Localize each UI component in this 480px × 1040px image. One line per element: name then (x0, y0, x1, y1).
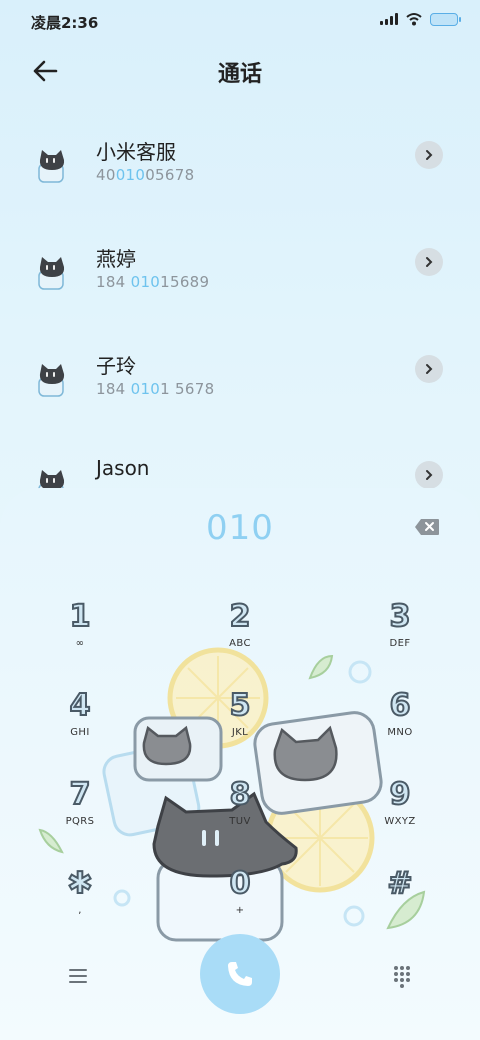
contact-name: 燕婷 (96, 247, 136, 271)
chevron-right-icon (426, 364, 433, 374)
key-1[interactable]: 1 ∞ (30, 599, 130, 670)
key-5[interactable]: 5 JKL (190, 688, 290, 759)
contact-number: 184 01015689 (96, 273, 210, 291)
contact-details-button[interactable] (415, 141, 443, 169)
cat-avatar-icon (38, 257, 65, 290)
contact-item-2[interactable]: 燕婷 184 01015689 (0, 243, 480, 323)
contact-details-button[interactable] (415, 461, 443, 489)
contact-number: 184 0101 5678 (96, 380, 215, 398)
backspace-icon[interactable] (414, 518, 440, 536)
contact-item-1[interactable]: 小米客服 4001005678 (0, 136, 480, 216)
status-time: 凌晨2:36 (31, 14, 99, 32)
status-bar: 凌晨2:36 (0, 0, 480, 44)
dialed-number: 010 (206, 508, 274, 548)
contact-name: Jason (96, 456, 150, 480)
page-title: 通话 (217, 62, 262, 87)
key-9[interactable]: 9 WXYZ (350, 777, 450, 848)
header: 通话 (0, 44, 480, 100)
wifi-icon (406, 13, 422, 26)
contact-name: 小米客服 (96, 140, 176, 164)
keypad-toggle-icon[interactable] (388, 962, 416, 990)
signal-icon (380, 13, 398, 25)
key-0[interactable]: 0 + (190, 866, 290, 937)
key-6[interactable]: 6 MNO (350, 688, 450, 759)
voicemail-icon: ∞ (75, 638, 85, 649)
cat-avatar-icon (38, 364, 65, 397)
dialer-panel: 010 1 ∞ 2 ABC 3 DEF 4 GHI 5 JKL 6 MNO 7 … (0, 488, 480, 1040)
key-star[interactable]: ✱ , (30, 866, 130, 937)
key-2[interactable]: 2 ABC (190, 599, 290, 670)
contact-number: 4001005678 (96, 166, 195, 184)
contact-item-3[interactable]: 子玲 184 0101 5678 (0, 350, 480, 430)
key-7[interactable]: 7 PQRS (30, 777, 130, 848)
chevron-right-icon (426, 257, 433, 267)
battery-icon (430, 12, 461, 26)
key-hash[interactable]: # (350, 866, 450, 937)
cat-avatar-icon (38, 150, 65, 183)
key-3[interactable]: 3 DEF (350, 599, 450, 670)
status-icons (380, 12, 461, 26)
call-button[interactable] (200, 934, 280, 1014)
chevron-right-icon (426, 470, 433, 480)
key-4[interactable]: 4 GHI (30, 688, 130, 759)
contact-details-button[interactable] (415, 355, 443, 383)
phone-icon (228, 962, 252, 986)
chevron-right-icon (426, 150, 433, 160)
key-8[interactable]: 8 TUV (190, 777, 290, 848)
contact-name: 子玲 (96, 354, 136, 378)
menu-icon[interactable] (64, 962, 92, 990)
contact-details-button[interactable] (415, 248, 443, 276)
